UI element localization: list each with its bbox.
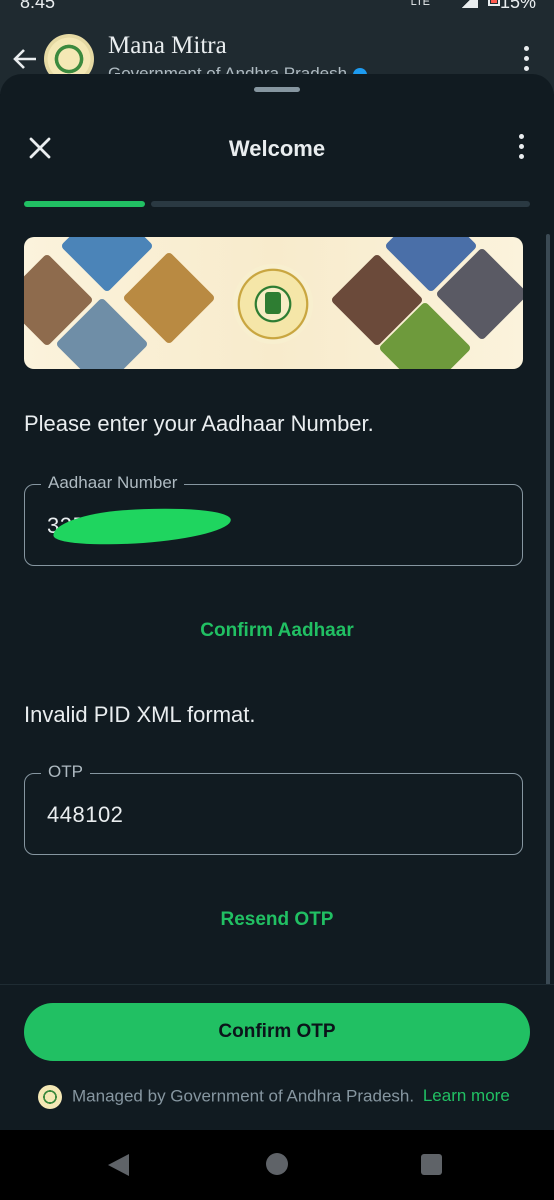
confirm-aadhaar-button[interactable]: Confirm Aadhaar <box>0 620 554 642</box>
status-time: 8:45 <box>20 0 56 12</box>
aadhaar-number-field[interactable]: Aadhaar Number 325 <box>24 473 523 566</box>
otp-field[interactable]: OTP 448102 <box>24 762 523 855</box>
aadhaar-prompt: Please enter your Aadhaar Number. <box>24 411 374 436</box>
signal-icon <box>458 0 478 8</box>
otp-label: OTP <box>41 762 90 782</box>
confirm-otp-button[interactable]: Confirm OTP <box>24 1003 530 1061</box>
nav-recents-icon[interactable] <box>421 1154 442 1175</box>
welcome-sheet: Welcome Please enter your Aadhaar Number… <box>0 74 554 1130</box>
sheet-header: Welcome <box>0 112 554 182</box>
more-options-icon[interactable] <box>516 134 526 164</box>
progress-remaining <box>151 201 530 207</box>
resend-otp-button[interactable]: Resend OTP <box>0 909 554 931</box>
otp-value[interactable]: 448102 <box>47 802 123 828</box>
redaction-mark <box>52 502 232 550</box>
error-message: Invalid PID XML format. <box>24 702 256 727</box>
learn-more-link[interactable]: Learn more <box>423 1086 510 1105</box>
ap-emblem-icon <box>233 264 313 344</box>
managed-text: Managed by Government of Andhra Pradesh. <box>72 1086 415 1106</box>
more-vert-icon[interactable] <box>522 46 530 76</box>
step-progress <box>24 201 530 207</box>
network-type: LTE <box>410 0 430 8</box>
system-nav-bar <box>0 1130 554 1200</box>
managed-by-note: Managed by Government of Andhra Pradesh.… <box>38 1085 510 1109</box>
ap-logo-icon <box>38 1085 62 1109</box>
status-bar: 8:45 LTE 15% <box>0 0 554 14</box>
progress-done <box>24 201 145 207</box>
nav-back-icon[interactable] <box>108 1154 129 1176</box>
battery-percent: 15% <box>499 0 536 12</box>
chat-name[interactable]: Mana Mitra <box>108 32 227 60</box>
sheet-footer: Confirm OTP Managed by Government of And… <box>0 984 554 1130</box>
battery-icon <box>488 0 500 6</box>
ap-banner-image <box>24 237 523 369</box>
back-arrow-icon[interactable] <box>10 44 40 74</box>
nav-home-icon[interactable] <box>266 1153 288 1175</box>
sheet-title: Welcome <box>228 136 326 161</box>
scrollbar[interactable] <box>546 234 550 986</box>
aadhaar-label: Aadhaar Number <box>41 473 185 493</box>
drag-handle[interactable] <box>254 87 300 92</box>
